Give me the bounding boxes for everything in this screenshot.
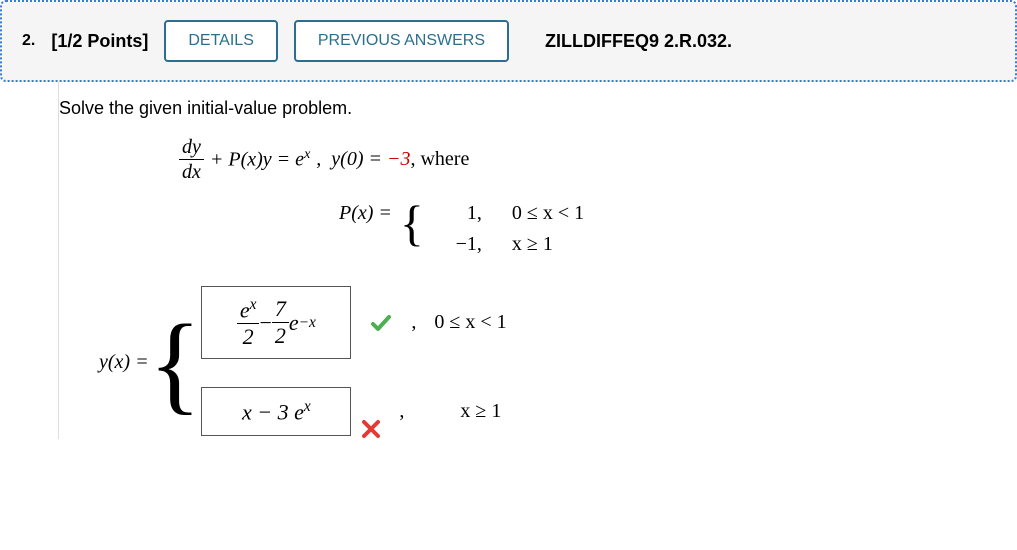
brace-icon: { [400,202,424,244]
answer-case-2: x − 3 ex , x ≥ 1 [201,383,590,439]
answer-input-2[interactable]: x − 3 ex [201,387,351,436]
brace-icon: { [149,318,202,408]
cross-icon [361,419,381,439]
p-of-x-definition: P(x) = { 1, 0 ≤ x < 1 −1, x ≥ 1 [339,202,1017,256]
previous-answers-button[interactable]: PREVIOUS ANSWERS [294,20,509,62]
initial-condition: , y(0) = −3, where [316,148,469,171]
comma: , [399,400,404,423]
details-button[interactable]: DETAILS [164,20,278,62]
px-case-1: 1, 0 ≤ x < 1 [432,202,652,225]
condition-2: x ≥ 1 [460,400,590,423]
equation-area: dy dx + P(x)y = ex , y(0) = −3, where P(… [179,137,1017,439]
textbook-reference: ZILLDIFFEQ9 2.R.032. [545,31,732,52]
question-prompt: Solve the given initial-value problem. [59,92,1017,137]
points-label: [1/2 Points] [51,31,148,52]
answer-area: y(x) = { ex 2 − 7 2 e−x [99,286,1017,439]
check-icon [369,311,393,335]
condition-1: 0 ≤ x < 1 [434,311,564,334]
eq-term: + P(x)y = ex [210,147,310,172]
px-case-2: −1, x ≥ 1 [432,233,652,256]
answer-input-1[interactable]: ex 2 − 7 2 e−x [201,286,351,359]
question-number: 2. [22,32,35,50]
question-header: 2. [1/2 Points] DETAILS PREVIOUS ANSWERS… [0,0,1017,82]
yx-label: y(x) = [99,351,149,374]
ode-equation: dy dx + P(x)y = ex , y(0) = −3, where [179,137,1017,182]
dy-dx-fraction: dy dx [179,137,204,182]
answer-case-1: ex 2 − 7 2 e−x , 0 ≤ x < 1 [201,286,590,359]
question-content: Solve the given initial-value problem. d… [58,82,1017,439]
px-label: P(x) = [339,202,392,225]
comma: , [411,311,416,334]
